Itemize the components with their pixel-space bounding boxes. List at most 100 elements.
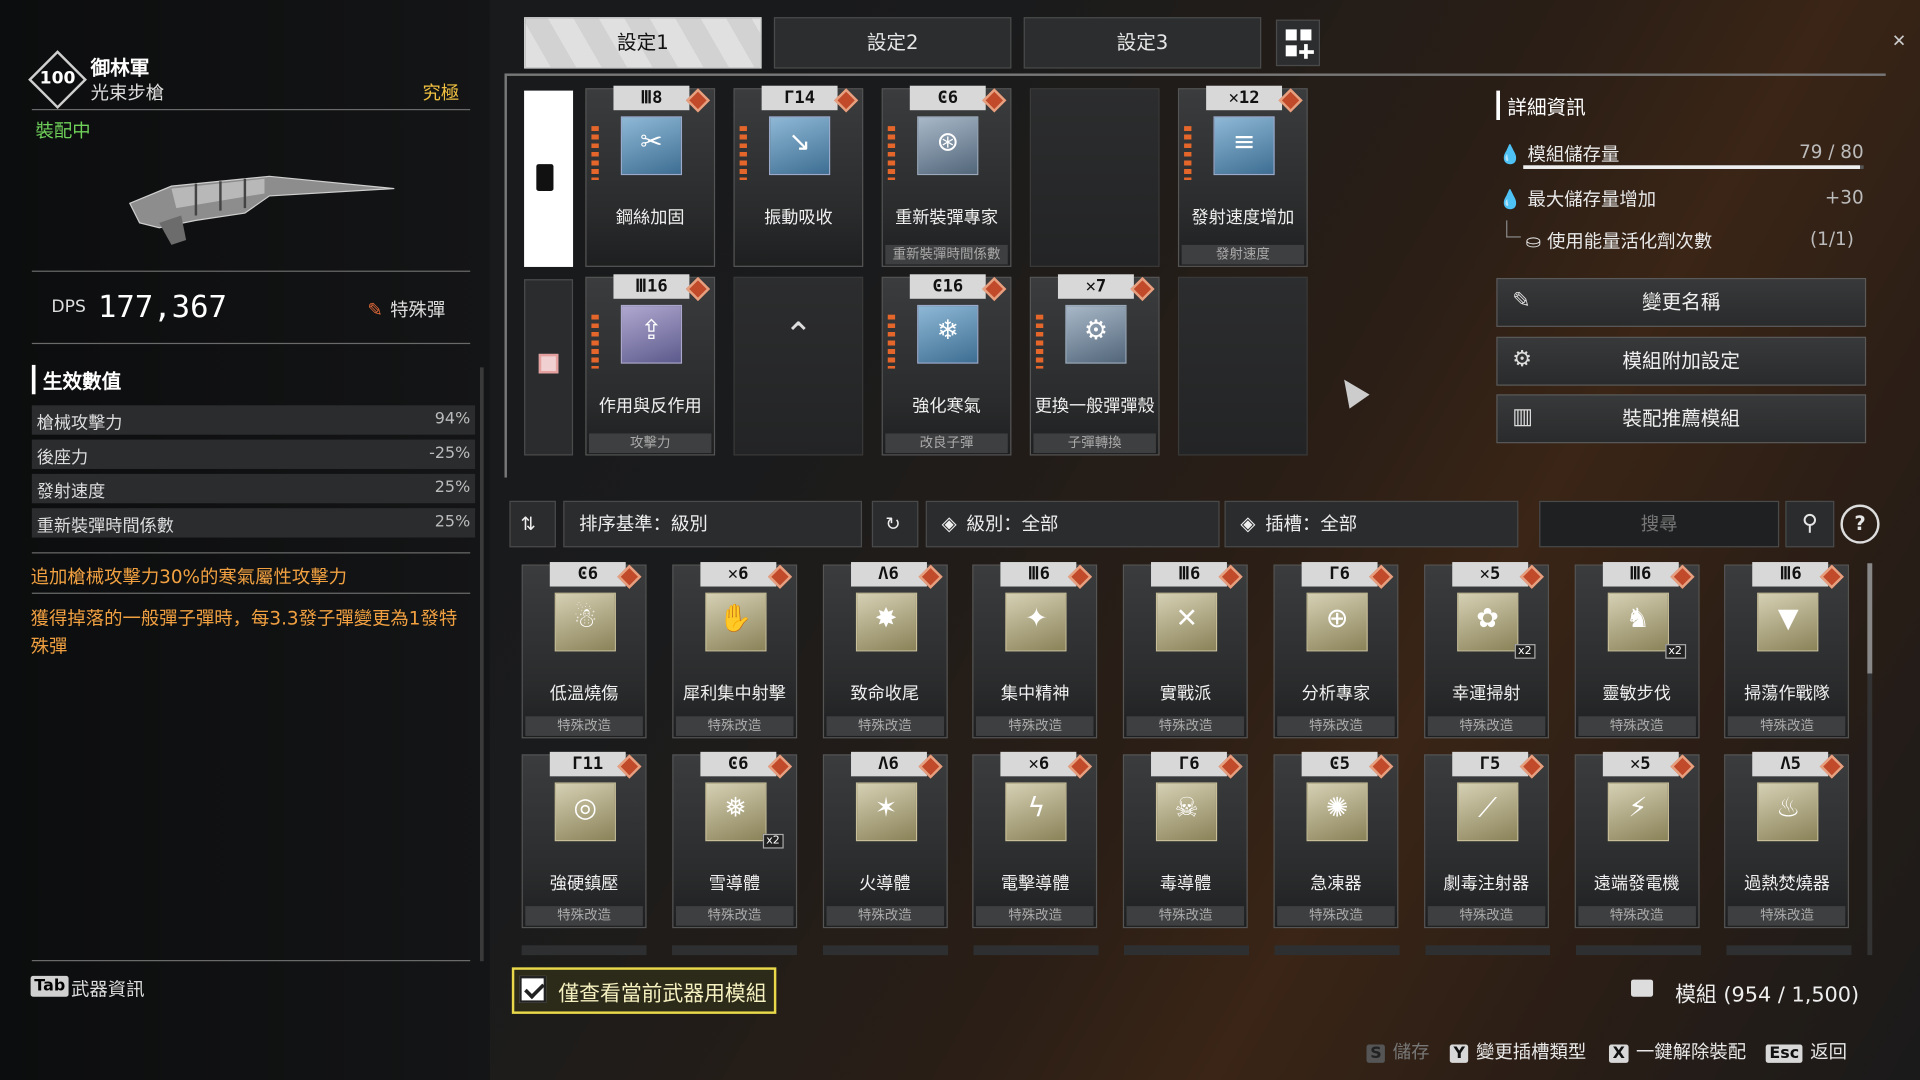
search-input[interactable]: 搜尋	[1539, 500, 1780, 548]
edit-icon: ✎	[1512, 287, 1531, 314]
mod-cost: Γ14	[761, 85, 838, 111]
mod-card[interactable]: Ⅲ6 ✦ 集中精神 特殊改造	[972, 562, 1098, 739]
mod-card[interactable]: Ͼ6 ❅ x2 雪導體 特殊改造	[671, 751, 797, 929]
unequip-all-hint[interactable]: X 一鍵解除裝配	[1608, 1038, 1746, 1064]
layers-icon: ◈	[1240, 511, 1256, 536]
mod-cost: ✕6	[1000, 751, 1077, 777]
mod-card[interactable]: Λ5 ♨ 過熱焚燒器 特殊改造	[1724, 751, 1850, 929]
mod-card[interactable]: Ⅲ6 ▼ 掃蕩作戰隊 特殊改造	[1724, 562, 1850, 739]
effects-heading: 生效數值	[31, 364, 473, 395]
rename-button[interactable]: ✎ 變更名稱	[1496, 277, 1867, 327]
reset-button[interactable]: ↻	[871, 500, 919, 548]
arrows-icon-glyph: ⇪	[640, 315, 663, 347]
s-key-icon: S	[1366, 1044, 1386, 1063]
crosshair-icon-glyph: ◎	[573, 793, 598, 825]
frost-gear-icon-glyph: ✺	[1325, 793, 1349, 825]
mute-icon[interactable]: ✕	[1892, 32, 1906, 52]
mod-cost: Ͼ5	[1301, 751, 1378, 777]
charge-bars	[739, 126, 747, 181]
mod-name: 重新裝彈專家	[895, 208, 998, 228]
mod-card[interactable]: Ⅲ16 ⇪ 作用與反作用 攻擊力	[585, 274, 716, 456]
locked-slot[interactable]: ⌃	[733, 276, 864, 456]
divider	[31, 342, 471, 345]
tree-connector	[1506, 220, 1521, 238]
charge-bars	[591, 126, 599, 181]
sort-label: 排序基準：級別	[579, 513, 708, 536]
shell-icon-glyph: ⚙	[1083, 315, 1108, 347]
mod-card[interactable]: Ⅲ8 ✂ 鋼絲加固	[585, 85, 716, 267]
mod-card[interactable]: ✕5 ✿ x2 幸運掃射 特殊改造	[1423, 562, 1549, 739]
tab-setting-1[interactable]: 設定1	[524, 17, 762, 69]
mod-card[interactable]: ✕12 ≡ 發射速度增加 發射速度	[1177, 85, 1308, 267]
save-hint[interactable]: S 儲存	[1366, 1038, 1429, 1064]
y-key-icon: Y	[1449, 1044, 1469, 1063]
refresh-icon: ↻	[885, 513, 901, 536]
mod-card[interactable]: Γ5 ⟋ 劇毒注射器 特殊改造	[1423, 751, 1549, 929]
layers-icon: ◈	[941, 511, 957, 536]
mod-card[interactable]: Λ6 ✶ 火導體 特殊改造	[822, 751, 948, 929]
mod-name: 遠端發電機	[1593, 874, 1680, 894]
search-icon[interactable]: ⚲	[1785, 500, 1835, 548]
module-settings-button[interactable]: ⚙ 模組附加設定	[1496, 336, 1867, 386]
slot-row-selector-2[interactable]	[524, 279, 574, 456]
mod-card[interactable]: ✕5 ⚡ 遠端發電機 特殊改造	[1574, 751, 1700, 929]
divider	[31, 270, 471, 272]
mod-card[interactable]: ✕6 ϟ 電擊導體 特殊改造	[972, 751, 1098, 929]
mod-cost: Ⅲ6	[1151, 562, 1228, 587]
divider	[31, 592, 471, 594]
sort-order-button[interactable]: ⇅	[509, 500, 556, 548]
mod-card[interactable]: Ͼ5 ✺ 急凍器 特殊改造	[1273, 751, 1399, 929]
charge-bars	[1035, 314, 1044, 369]
mod-category: 特殊改造	[1277, 716, 1395, 736]
mod-category: 特殊改造	[826, 906, 944, 926]
mod-card[interactable]: Ͼ16 ❄ 強化寒氣 改良子彈	[881, 274, 1012, 456]
mod-name: 火導體	[859, 874, 911, 894]
help-icon[interactable]: ?	[1840, 504, 1880, 544]
mod-card[interactable]: Ͼ6 ⊛ 重新裝彈專家 重新裝彈時間係數	[881, 85, 1012, 267]
change-slot-hint[interactable]: Y 變更插槽類型	[1449, 1038, 1586, 1064]
tab-setting-3[interactable]: 設定3	[1023, 17, 1262, 69]
lightning-icon-glyph: ϟ	[1027, 793, 1046, 825]
mod-card[interactable]: Γ6 ⊕ 分析專家 特殊改造	[1273, 562, 1399, 739]
mod-card[interactable]: Ⅲ6 ✕ 實戰派 特殊改造	[1123, 562, 1248, 739]
level-filter[interactable]: ◈ 級別：全部	[925, 500, 1220, 548]
weapon-info-link[interactable]: 武器資訊	[71, 976, 144, 1002]
mod-card[interactable]: Γ11 ◎ 強硬鎮壓 特殊改造	[521, 751, 647, 929]
mod-card[interactable]: Ͼ6 ☃ 低溫燒傷 特殊改造	[521, 562, 647, 739]
wire-icon: ✂	[620, 116, 683, 176]
mod-cost: Ⅲ6	[1000, 562, 1077, 587]
slot-row-selector-1[interactable]	[524, 90, 574, 267]
mod-card[interactable]: Λ6 ✸ 致命收尾 特殊改造	[822, 562, 948, 739]
mod-name: 實戰派	[1159, 684, 1212, 705]
checkbox-checked-icon[interactable]	[519, 975, 547, 1003]
rename-label: 變更名稱	[1642, 290, 1721, 314]
sort-dropdown[interactable]: 排序基準：級別	[563, 500, 863, 548]
back-hint[interactable]: Esc 返回	[1765, 1038, 1847, 1064]
mod-category: 特殊改造	[675, 716, 794, 736]
mod-name: 犀利集中射擊	[683, 684, 786, 705]
charge-bars	[887, 126, 896, 181]
add-setting-button[interactable]	[1275, 19, 1321, 67]
mod-card[interactable]: ✕7 ⚙ 更換一般彈彈殼 子彈轉換	[1029, 274, 1160, 456]
slot-filter[interactable]: ◈ 插槽：全部	[1224, 500, 1519, 548]
shield-icon-glyph: ▼	[1777, 603, 1799, 635]
mod-name: 更換一般彈彈殼	[1034, 396, 1155, 417]
tab-setting-2[interactable]: 設定2	[773, 17, 1012, 69]
socket-diamond-icon	[834, 88, 859, 113]
burst-icon: ✸	[855, 592, 917, 652]
x-key-icon: X	[1608, 1044, 1629, 1063]
empty-slot[interactable]	[1029, 88, 1160, 267]
mod-card[interactable]: Γ14 ↘ 振動吸收	[733, 85, 864, 267]
effects-scrollbar[interactable]	[480, 367, 484, 962]
mod-card[interactable]: Ⅲ6 ♞ x2 靈敏步伐 特殊改造	[1574, 562, 1700, 739]
empty-slot[interactable]	[1177, 276, 1308, 456]
mod-cost: Ͼ16	[909, 274, 986, 299]
mod-card[interactable]: Γ6 ☠ 毒導體 特殊改造	[1123, 751, 1248, 929]
dps-label: DPS	[51, 297, 86, 318]
library-scrollbar[interactable]	[1867, 563, 1873, 674]
cross-arrows-icon-glyph: ✕	[1175, 603, 1199, 635]
recommend-button[interactable]: ▥ 裝配推薦模組	[1496, 394, 1867, 444]
only-current-label: 僅查看當前武器用模組	[558, 982, 767, 1007]
mod-name: 集中精神	[1000, 684, 1070, 705]
mod-card[interactable]: ✕6 ✋ 犀利集中射擊 特殊改造	[671, 562, 797, 739]
